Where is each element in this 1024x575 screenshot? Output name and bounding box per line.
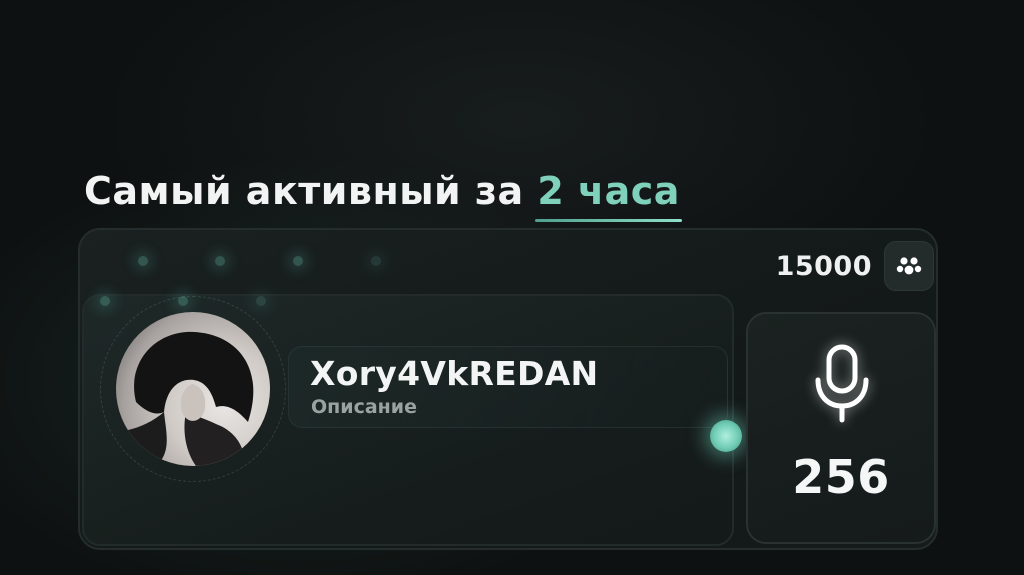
decor-dot: [371, 256, 381, 266]
decor-dot: [138, 256, 148, 266]
decor-dot: [100, 296, 110, 306]
user-avatar-image: [116, 331, 254, 466]
microphone-icon: [810, 344, 874, 426]
widget-title: Самый активный за 2 часа: [84, 166, 682, 222]
members-count: 15000: [775, 250, 872, 282]
avatar[interactable]: [116, 312, 270, 466]
widget-stage: Самый активный за 2 часа 15000 Xory4VkRE…: [0, 0, 1024, 575]
voice-count: 256: [792, 450, 890, 504]
online-indicator: [710, 420, 742, 452]
title-prefix: Самый активный за: [84, 169, 538, 213]
username[interactable]: Xory4VkREDAN: [310, 354, 598, 393]
title-period: 2 часа: [535, 166, 682, 222]
decor-dot: [293, 256, 303, 266]
decor-dot: [256, 296, 266, 306]
group-icon: [884, 241, 934, 291]
decor-dot: [215, 256, 225, 266]
group-icon-glyph: [896, 257, 922, 275]
microphone-icon-glyph: [815, 344, 869, 423]
user-description: Описание: [311, 396, 418, 418]
members-counter: 15000: [776, 241, 934, 291]
